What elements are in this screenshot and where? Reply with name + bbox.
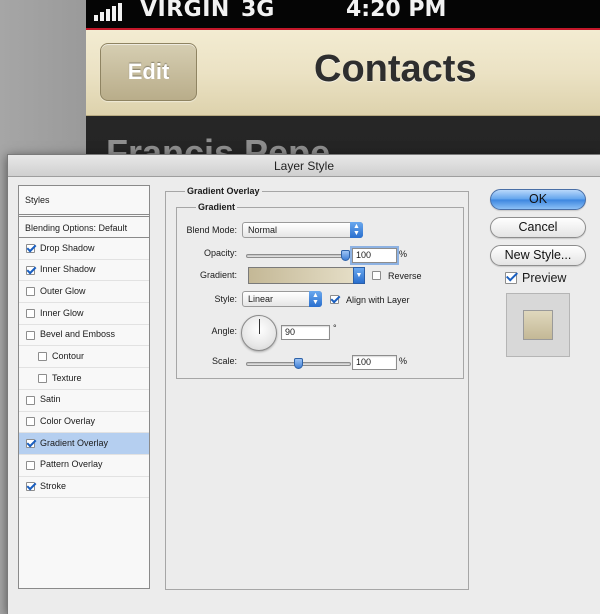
style-checkbox[interactable] bbox=[26, 460, 35, 470]
phone-navigation-bar: Edit Contacts bbox=[86, 28, 600, 116]
ok-button[interactable]: OK bbox=[490, 189, 586, 210]
style-checkbox[interactable] bbox=[26, 243, 35, 253]
style-item[interactable]: Drop Shadow bbox=[19, 238, 149, 260]
new-style-button[interactable]: New Style... bbox=[490, 245, 586, 266]
style-item-label: Color Overlay bbox=[40, 416, 96, 426]
style-item-label: Stroke bbox=[40, 481, 67, 492]
style-item-label: Inner Shadow bbox=[40, 264, 96, 275]
angle-dial[interactable] bbox=[241, 315, 277, 351]
style-select[interactable]: Linear ▲ ▼ bbox=[242, 291, 322, 307]
cancel-button[interactable]: Cancel bbox=[490, 217, 586, 238]
style-item[interactable]: Color Overlay bbox=[19, 412, 149, 434]
style-item[interactable]: Stroke bbox=[19, 477, 149, 499]
style-item-label: Drop Shadow bbox=[40, 242, 95, 253]
gradient-dropdown-icon[interactable]: ▼ bbox=[353, 267, 365, 284]
degree-sign: ° bbox=[333, 323, 337, 333]
styles-header[interactable]: Styles bbox=[19, 186, 149, 215]
style-checkbox[interactable] bbox=[26, 287, 35, 297]
angle-label: Angle: bbox=[211, 326, 237, 336]
reverse-checkbox[interactable] bbox=[372, 271, 381, 280]
style-item[interactable]: Inner Shadow bbox=[19, 260, 149, 282]
style-item-label: Pattern Overlay bbox=[40, 459, 103, 470]
style-item[interactable]: Contour bbox=[19, 346, 149, 369]
style-item[interactable]: Outer Glow bbox=[19, 281, 149, 304]
phone-status-bar: VIRGIN 3G 4:20 PM bbox=[86, 0, 600, 28]
style-item-label: Outer Glow bbox=[40, 285, 86, 296]
align-with-layer-label: Align with Layer bbox=[346, 295, 410, 305]
gradient-label: Gradient: bbox=[199, 270, 237, 280]
style-value: Linear bbox=[248, 294, 274, 304]
style-checkbox[interactable] bbox=[26, 482, 35, 492]
style-checkbox[interactable] bbox=[26, 308, 35, 318]
signal-bars-icon bbox=[94, 3, 122, 21]
style-item[interactable]: Gradient Overlay bbox=[19, 433, 149, 455]
style-checkbox[interactable] bbox=[26, 265, 35, 275]
gradient-swatch[interactable] bbox=[248, 267, 359, 284]
style-effects-list: Drop Shadow Inner Shadow Outer Glow Inner G… bbox=[19, 238, 149, 499]
opacity-slider[interactable] bbox=[246, 250, 351, 261]
opacity-label: Opacity: bbox=[203, 248, 237, 258]
edit-button[interactable]: Edit bbox=[100, 43, 197, 101]
preview-swatch bbox=[523, 310, 553, 340]
style-checkbox[interactable] bbox=[38, 373, 47, 383]
blend-mode-select[interactable]: Normal ▲ ▼ bbox=[242, 222, 363, 238]
style-checkbox[interactable] bbox=[38, 352, 47, 362]
style-item[interactable]: Bevel and Emboss bbox=[19, 325, 149, 347]
style-item[interactable]: Texture bbox=[19, 368, 149, 390]
select-arrows-icon: ▲ ▼ bbox=[350, 222, 363, 238]
opacity-slider-knob[interactable] bbox=[341, 250, 350, 261]
opacity-field[interactable]: 100 bbox=[352, 248, 397, 263]
scale-field[interactable]: 100 bbox=[352, 355, 397, 370]
section-title: Gradient Overlay bbox=[185, 186, 262, 196]
style-item[interactable]: Pattern Overlay bbox=[19, 455, 149, 477]
group-title: Gradient bbox=[196, 202, 238, 212]
network-type: 3G bbox=[241, 0, 275, 22]
angle-field[interactable]: 90 bbox=[281, 325, 330, 340]
layer-style-dialog: Layer Style Styles Blending Options: Def… bbox=[7, 154, 600, 614]
style-item[interactable]: Inner Glow bbox=[19, 303, 149, 325]
style-item-label: Inner Glow bbox=[40, 307, 84, 318]
style-label: Style: bbox=[214, 294, 237, 304]
preview-checkbox[interactable] bbox=[505, 272, 517, 284]
style-item[interactable]: Satin bbox=[19, 390, 149, 412]
style-item-label: Gradient Overlay bbox=[40, 437, 109, 448]
reverse-label: Reverse bbox=[388, 271, 422, 281]
style-item-label: Satin bbox=[40, 394, 61, 405]
scale-percent-sign: % bbox=[399, 356, 408, 366]
style-item-label: Contour bbox=[52, 350, 85, 361]
style-checkbox[interactable] bbox=[26, 395, 35, 405]
scale-slider[interactable] bbox=[246, 358, 351, 369]
style-checkbox[interactable] bbox=[26, 439, 35, 449]
preview-label: Preview bbox=[522, 271, 567, 285]
preview-toggle[interactable]: Preview bbox=[505, 271, 566, 285]
scale-label: Scale: bbox=[211, 356, 237, 366]
status-clock: 4:20 PM bbox=[346, 0, 447, 22]
scale-slider-knob[interactable] bbox=[293, 358, 303, 369]
blend-mode-value: Normal bbox=[248, 225, 278, 235]
select-arrows-icon: ▲ ▼ bbox=[309, 291, 322, 307]
styles-list-panel: Styles Blending Options: Default Drop Sh… bbox=[18, 185, 150, 589]
blend-mode-label: Blend Mode: bbox=[186, 225, 237, 235]
nav-title: Contacts bbox=[314, 48, 477, 90]
style-checkbox[interactable] bbox=[26, 417, 35, 427]
style-item-label: Texture bbox=[52, 372, 82, 383]
style-checkbox[interactable] bbox=[26, 330, 35, 340]
dialog-titlebar[interactable]: Layer Style bbox=[8, 155, 600, 177]
preview-thumbnail bbox=[506, 293, 570, 357]
carrier-name: VIRGIN bbox=[140, 0, 230, 22]
style-item-label: Bevel and Emboss bbox=[40, 329, 116, 340]
dialog-title: Layer Style bbox=[273, 159, 335, 173]
align-with-layer-checkbox[interactable] bbox=[330, 295, 339, 304]
blending-options-item[interactable]: Blending Options: Default bbox=[19, 216, 149, 238]
opacity-percent-sign: % bbox=[399, 249, 408, 259]
